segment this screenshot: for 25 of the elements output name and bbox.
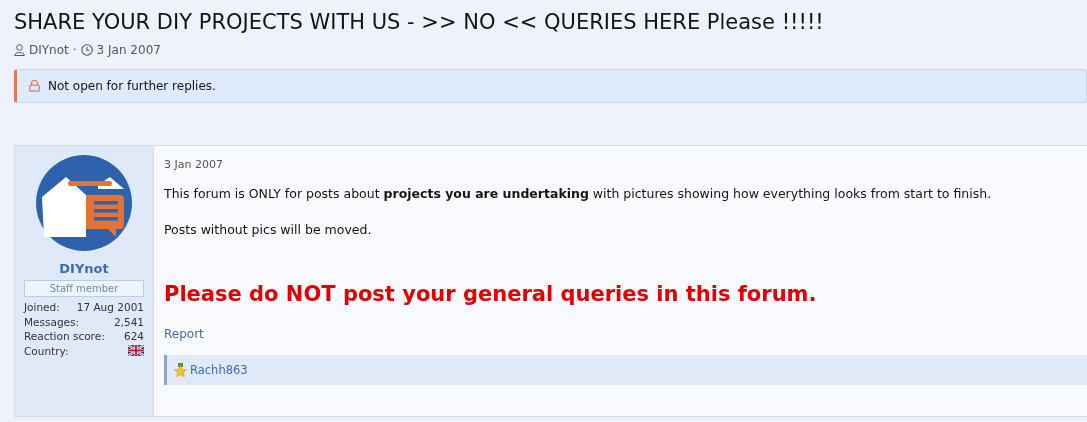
stat-label: Joined:: [24, 300, 60, 315]
separator: ·: [72, 43, 77, 57]
reaction-user-link[interactable]: Rachh863: [190, 363, 248, 377]
thread-title: SHARE YOUR DIY PROJECTS WITH US - >> NO << QUERIES HERE Please !!!!!: [14, 9, 825, 35]
staff-badge: Staff member: [24, 280, 144, 297]
star-icon: [173, 362, 188, 378]
stat-value: 17 Aug 2001: [76, 300, 144, 315]
username-link[interactable]: DIYnot: [59, 261, 109, 276]
post-paragraph: This forum is ONLY for posts about projects you are undertaking with pictures showing how everything looks from start to finish.: [164, 185, 993, 202]
warning-text: Please do NOT post your general queries in this forum.: [164, 282, 818, 306]
post-date[interactable]: 3 Jan 2007: [164, 158, 1087, 171]
report-link[interactable]: Report: [164, 327, 204, 341]
stat-label: Country:: [24, 343, 69, 358]
author-link[interactable]: DIYnot: [29, 43, 69, 57]
stat-label: Messages:: [24, 314, 80, 329]
stat-value: 2,541: [113, 314, 144, 329]
clock-icon: [80, 44, 93, 56]
post-paragraph: Posts without pics will be moved.: [164, 221, 373, 238]
thread-date: 3 Jan 2007: [96, 43, 161, 57]
stat-value: 624: [123, 329, 144, 344]
lock-icon: [29, 80, 40, 92]
notice-text: Not open for further replies.: [48, 79, 216, 93]
flag-icon: [128, 345, 144, 357]
stat-label: Reaction score:: [24, 329, 105, 344]
user-icon: [14, 44, 25, 56]
